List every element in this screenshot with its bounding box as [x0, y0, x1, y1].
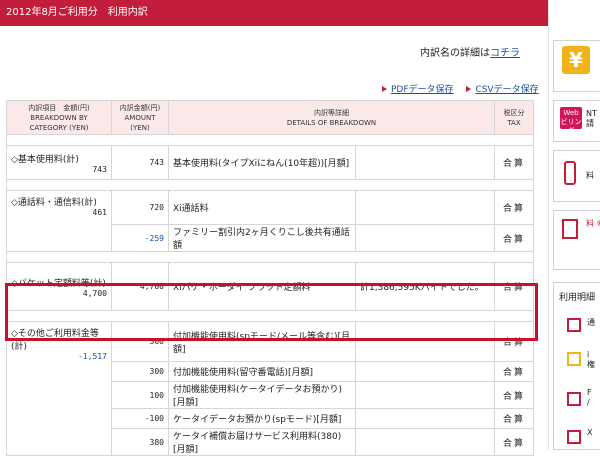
arrow-right-icon	[382, 85, 387, 92]
statement-icon[interactable]	[567, 318, 581, 332]
sidebar-banner-yen[interactable]: ¥	[553, 40, 600, 92]
page-header: 2012年8月ご利用分 利用内訳	[0, 0, 548, 26]
table-row: ◇基本使用料(計) 743 743 基本使用料(タイプXiにねん(10年超))[…	[6, 145, 534, 180]
header-details: 内訳等詳細 DETAILS OF BREAKDOWN	[168, 100, 495, 135]
header-category: 内訳項目 金額(円) BREAKDOWN BY CATEGORY (YEN)	[6, 100, 112, 135]
table-row: ◇パケット定額料等(計) 4,700 4,700 Xiパケ・ホーダイ フラット定…	[6, 262, 534, 311]
right-sidebar: ¥ Web ビリング NT 請 料 料 ※ ロ お 利用明細 通 i 権 F /…	[548, 0, 600, 450]
spacer	[6, 310, 534, 322]
gift-icon[interactable]	[567, 392, 581, 406]
document-icon	[562, 219, 578, 239]
download-links: PDFデータ保存 CSVデータ保存	[372, 82, 539, 95]
mode-icon[interactable]	[567, 352, 581, 366]
category-cell: ◇その他ご利用料金等(計) -1,517	[6, 321, 112, 456]
category-cell: ◇基本使用料(計) 743	[6, 145, 112, 180]
detail-note: 内訳名の詳細はコチラ	[420, 48, 520, 59]
table-row: ◇通話料・通信料(計) 461 720 Xi通話料 合算	[6, 190, 534, 252]
sidebar-banner-web-billing[interactable]: Web ビリング NT 請	[553, 100, 600, 142]
spacer	[6, 179, 534, 191]
table-row: ◇その他ご利用料金等(計) -1,517 300 付加機能使用料(spモード/メ…	[6, 321, 534, 456]
spacer	[6, 251, 534, 263]
spacer	[6, 134, 534, 146]
category-cell: ◇パケット定額料等(計) 4,700	[6, 262, 112, 311]
meisai-title: 利用明細	[559, 293, 596, 303]
csv-download-link[interactable]: CSVデータ保存	[466, 82, 539, 95]
xi-icon[interactable]	[567, 430, 581, 444]
detail-link[interactable]: コチラ	[490, 48, 520, 59]
page-title: 2012年8月ご利用分 利用内訳	[6, 7, 148, 18]
header-tax: 税区分 TAX	[494, 100, 534, 135]
yen-icon: ¥	[562, 46, 590, 74]
arrow-right-icon	[466, 85, 472, 92]
phone-icon	[564, 161, 576, 185]
breakdown-table: 内訳項目 金額(円) BREAKDOWN BY CATEGORY (YEN) 内…	[6, 100, 534, 456]
sidebar-banner-charge[interactable]: 料	[553, 150, 600, 202]
category-cell: ◇通話料・通信料(計) 461	[6, 190, 112, 252]
main-content: 内訳名の詳細はコチラ PDFデータ保存 CSVデータ保存 内訳項目 金額(円) …	[0, 26, 548, 456]
sidebar-banner-document[interactable]: 料 ※ ロ お	[553, 210, 600, 270]
header-amount: 内訳金額(円) AMOUNT (YEN)	[111, 100, 169, 135]
pdf-download-link[interactable]: PDFデータ保存	[382, 82, 454, 95]
web-billing-icon: Web ビリング	[560, 107, 582, 135]
